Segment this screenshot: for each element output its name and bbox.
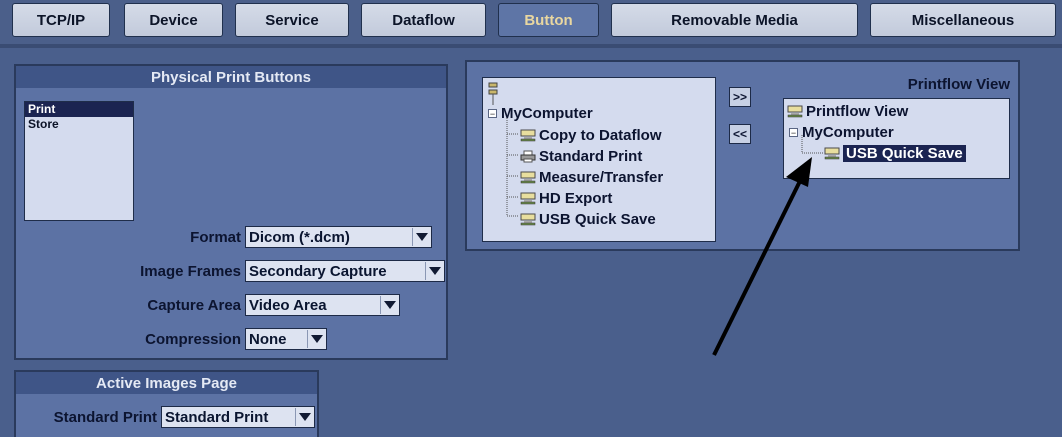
tab-removable-media[interactable]: Removable Media xyxy=(611,3,858,37)
image-frames-label: Image Frames xyxy=(140,262,241,280)
tab-service[interactable]: Service xyxy=(235,3,349,37)
tab-bar: TCP/IP Device Service Dataflow Button Re… xyxy=(0,0,1062,48)
format-select[interactable]: Dicom (*.dcm) xyxy=(245,226,432,248)
tree-node-measure-transfer[interactable]: Measure/Transfer xyxy=(520,169,663,186)
capture-area-label: Capture Area xyxy=(147,296,241,314)
collapse-icon[interactable]: − xyxy=(789,128,798,138)
capture-area-select[interactable]: Video Area xyxy=(245,294,400,316)
compression-value: None xyxy=(249,330,287,348)
print-button-list[interactable]: Print Store xyxy=(24,101,134,221)
standard-print-label: Standard Print xyxy=(53,408,157,426)
tab-divider xyxy=(0,44,1062,48)
tab-button[interactable]: Button xyxy=(498,3,599,37)
tab-miscellaneous[interactable]: Miscellaneous xyxy=(870,3,1056,37)
printer-icon xyxy=(520,150,536,163)
compression-label: Compression xyxy=(145,330,241,348)
compression-select[interactable]: None xyxy=(245,328,327,350)
standard-print-select[interactable]: Standard Print xyxy=(161,406,315,428)
tree-lines xyxy=(506,118,519,217)
computer-icon xyxy=(520,129,536,142)
remove-button[interactable]: << xyxy=(729,124,751,144)
capture-area-value: Video Area xyxy=(249,296,327,314)
available-button-tree[interactable]: − MyComputer Copy to Dataflow Standard P… xyxy=(482,77,716,242)
annotation-arrow xyxy=(712,157,812,356)
tree-lines xyxy=(801,135,824,154)
format-row: Format Dicom (*.dcm) xyxy=(116,226,432,248)
list-item-store[interactable]: Store xyxy=(25,117,133,132)
printflow-view-title: Printflow View xyxy=(907,76,1010,93)
standard-print-value: Standard Print xyxy=(165,408,269,426)
image-frames-row: Image Frames Secondary Capture xyxy=(116,260,445,282)
chevron-down-icon[interactable] xyxy=(425,262,443,280)
chevron-down-icon[interactable] xyxy=(295,408,313,426)
physical-print-title: Physical Print Buttons xyxy=(16,66,446,88)
compression-row: Compression None xyxy=(116,328,327,350)
computer-icon xyxy=(520,213,536,226)
tab-dataflow[interactable]: Dataflow xyxy=(361,3,486,37)
format-value: Dicom (*.dcm) xyxy=(249,228,350,246)
computer-icon xyxy=(787,105,803,118)
computer-icon xyxy=(520,171,536,184)
active-images-panel: Active Images Page Standard Print Standa… xyxy=(14,370,319,437)
chevron-down-icon[interactable] xyxy=(380,296,398,314)
tab-tcpip[interactable]: TCP/IP xyxy=(12,3,110,37)
tree-node-hd-export[interactable]: HD Export xyxy=(520,190,612,207)
capture-area-row: Capture Area Video Area xyxy=(116,294,400,316)
list-item-print[interactable]: Print xyxy=(25,102,133,117)
active-images-row: Standard Print Standard Print xyxy=(12,406,315,428)
tree-node-standard-print[interactable]: Standard Print xyxy=(520,148,642,165)
active-images-title: Active Images Page xyxy=(16,372,317,394)
chevron-down-icon[interactable] xyxy=(412,228,430,246)
image-frames-select[interactable]: Secondary Capture xyxy=(245,260,445,282)
computer-icon xyxy=(520,192,536,205)
format-label: Format xyxy=(190,228,241,246)
tab-device[interactable]: Device xyxy=(124,3,223,37)
chevron-down-icon[interactable] xyxy=(307,330,325,348)
network-icon xyxy=(488,82,498,105)
tree-node-usb-quick-save[interactable]: USB Quick Save xyxy=(520,211,656,228)
tree-root-icon xyxy=(487,82,499,106)
add-button[interactable]: >> xyxy=(729,87,751,107)
tree-node-usb-quick-save-selected[interactable]: USB Quick Save xyxy=(824,145,966,162)
physical-print-panel: Physical Print Buttons Print Store Forma… xyxy=(14,64,448,360)
collapse-icon[interactable]: − xyxy=(488,109,497,119)
tree-node-copy-to-dataflow[interactable]: Copy to Dataflow xyxy=(520,127,662,144)
tree-node-printflow-view[interactable]: Printflow View xyxy=(787,103,908,120)
image-frames-value: Secondary Capture xyxy=(249,262,387,280)
